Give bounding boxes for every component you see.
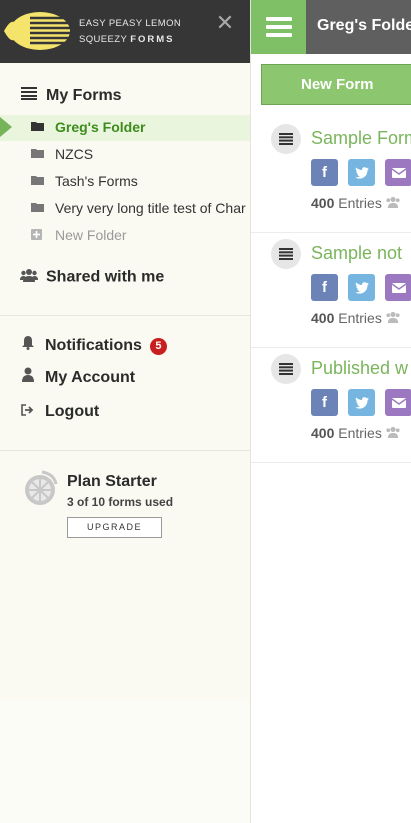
lemon-logo-icon[interactable] xyxy=(0,10,72,52)
entries-number: 400 xyxy=(311,195,335,211)
users-icon xyxy=(385,195,401,211)
sidebar: EASY PEASY LEMON SQUEEZY FORMS ✕ My Forms… xyxy=(0,0,250,700)
folder-label: Tash's Forms xyxy=(55,173,138,189)
hamburger-icon[interactable] xyxy=(251,0,306,54)
divider xyxy=(0,450,250,451)
brand-line2: SQUEEZY xyxy=(79,34,128,45)
email-icon[interactable] xyxy=(385,159,411,186)
notifications-label: Notifications xyxy=(45,337,142,354)
folder-label: Greg's Folder xyxy=(55,119,146,135)
users-icon xyxy=(385,425,401,441)
entries-label: Entries xyxy=(338,310,382,326)
form-menu-icon[interactable] xyxy=(271,354,301,384)
new-folder-button[interactable]: New Folder xyxy=(0,223,250,249)
folder-icon xyxy=(31,176,44,185)
entries-number: 400 xyxy=(311,310,335,326)
plan-usage: 3 of 10 forms used xyxy=(67,495,174,509)
my-forms-heading[interactable]: My Forms xyxy=(20,87,122,105)
menu-list-icon xyxy=(20,87,38,105)
entries-count: 400 Entries xyxy=(311,195,401,211)
lemon-icon xyxy=(25,470,58,505)
plus-icon xyxy=(31,229,42,240)
upgrade-button[interactable]: UPGRADE xyxy=(67,517,162,538)
brand-forms: FORMS xyxy=(130,34,175,45)
brand-name: EASY PEASY LEMON SQUEEZY FORMS xyxy=(79,16,181,48)
entries-count: 400 Entries xyxy=(311,310,401,326)
page-title: Greg's Folder xyxy=(317,17,411,34)
folder-item-gregs-folder[interactable]: Greg's Folder xyxy=(0,115,250,141)
form-title[interactable]: Sample not xyxy=(311,243,402,264)
main-panel: Greg's Folder New Form Sample Form f 400… xyxy=(250,0,411,823)
twitter-icon[interactable] xyxy=(348,159,375,186)
folder-item-nzcs[interactable]: NZCS xyxy=(0,142,250,168)
folder-label: NZCS xyxy=(55,146,94,162)
folder-item-tashs-forms[interactable]: Tash's Forms xyxy=(0,169,250,195)
twitter-icon[interactable] xyxy=(348,389,375,416)
entries-label: Entries xyxy=(338,195,382,211)
brand-line1: EASY PEASY LEMON xyxy=(79,18,182,29)
form-menu-icon[interactable] xyxy=(271,239,301,269)
user-icon xyxy=(20,367,36,387)
form-title[interactable]: Sample Form xyxy=(311,128,411,149)
new-folder-label: New Folder xyxy=(55,227,127,243)
form-card[interactable]: Sample not f 400 Entries xyxy=(251,233,411,348)
shared-with-me-link[interactable]: Shared with me xyxy=(20,268,164,287)
notifications-count-badge: 5 xyxy=(149,338,167,355)
email-icon[interactable] xyxy=(385,389,411,416)
logout-label: Logout xyxy=(45,403,100,420)
facebook-icon[interactable]: f xyxy=(311,274,338,301)
twitter-icon[interactable] xyxy=(348,274,375,301)
my-account-label: My Account xyxy=(45,369,136,386)
sidebar-header: EASY PEASY LEMON SQUEEZY FORMS ✕ xyxy=(0,0,250,63)
logout-icon xyxy=(20,403,36,421)
main-header: Greg's Folder xyxy=(251,0,411,54)
my-account-link[interactable]: My Account xyxy=(20,367,135,387)
entries-number: 400 xyxy=(311,425,335,441)
form-menu-icon[interactable] xyxy=(271,124,301,154)
form-title[interactable]: Published w xyxy=(311,358,408,379)
new-form-button[interactable]: New Form xyxy=(261,64,411,105)
plan-title: Plan Starter xyxy=(67,473,157,490)
folder-icon xyxy=(31,149,44,158)
close-icon[interactable]: ✕ xyxy=(214,12,236,34)
form-card[interactable]: Sample Form f 400 Entries xyxy=(251,118,411,233)
divider xyxy=(0,315,250,316)
users-icon xyxy=(20,268,38,287)
entries-label: Entries xyxy=(338,425,382,441)
folder-item-long-title[interactable]: Very very long title test of Char xyxy=(0,196,250,222)
notifications-link[interactable]: Notifications 5 xyxy=(20,335,167,355)
active-folder-indicator xyxy=(0,117,12,137)
folder-icon xyxy=(31,203,44,212)
form-card[interactable]: Published w f 400 Entries xyxy=(251,348,411,463)
facebook-icon[interactable]: f xyxy=(311,159,338,186)
users-icon xyxy=(385,310,401,326)
folder-icon xyxy=(31,122,44,131)
email-icon[interactable] xyxy=(385,274,411,301)
folder-label: Very very long title test of Char xyxy=(55,200,246,216)
entries-count: 400 Entries xyxy=(311,425,401,441)
shared-with-me-label: Shared with me xyxy=(46,268,165,286)
my-forms-label: My Forms xyxy=(46,87,122,105)
bell-icon xyxy=(20,335,36,355)
logout-link[interactable]: Logout xyxy=(20,403,99,421)
facebook-icon[interactable]: f xyxy=(311,389,338,416)
